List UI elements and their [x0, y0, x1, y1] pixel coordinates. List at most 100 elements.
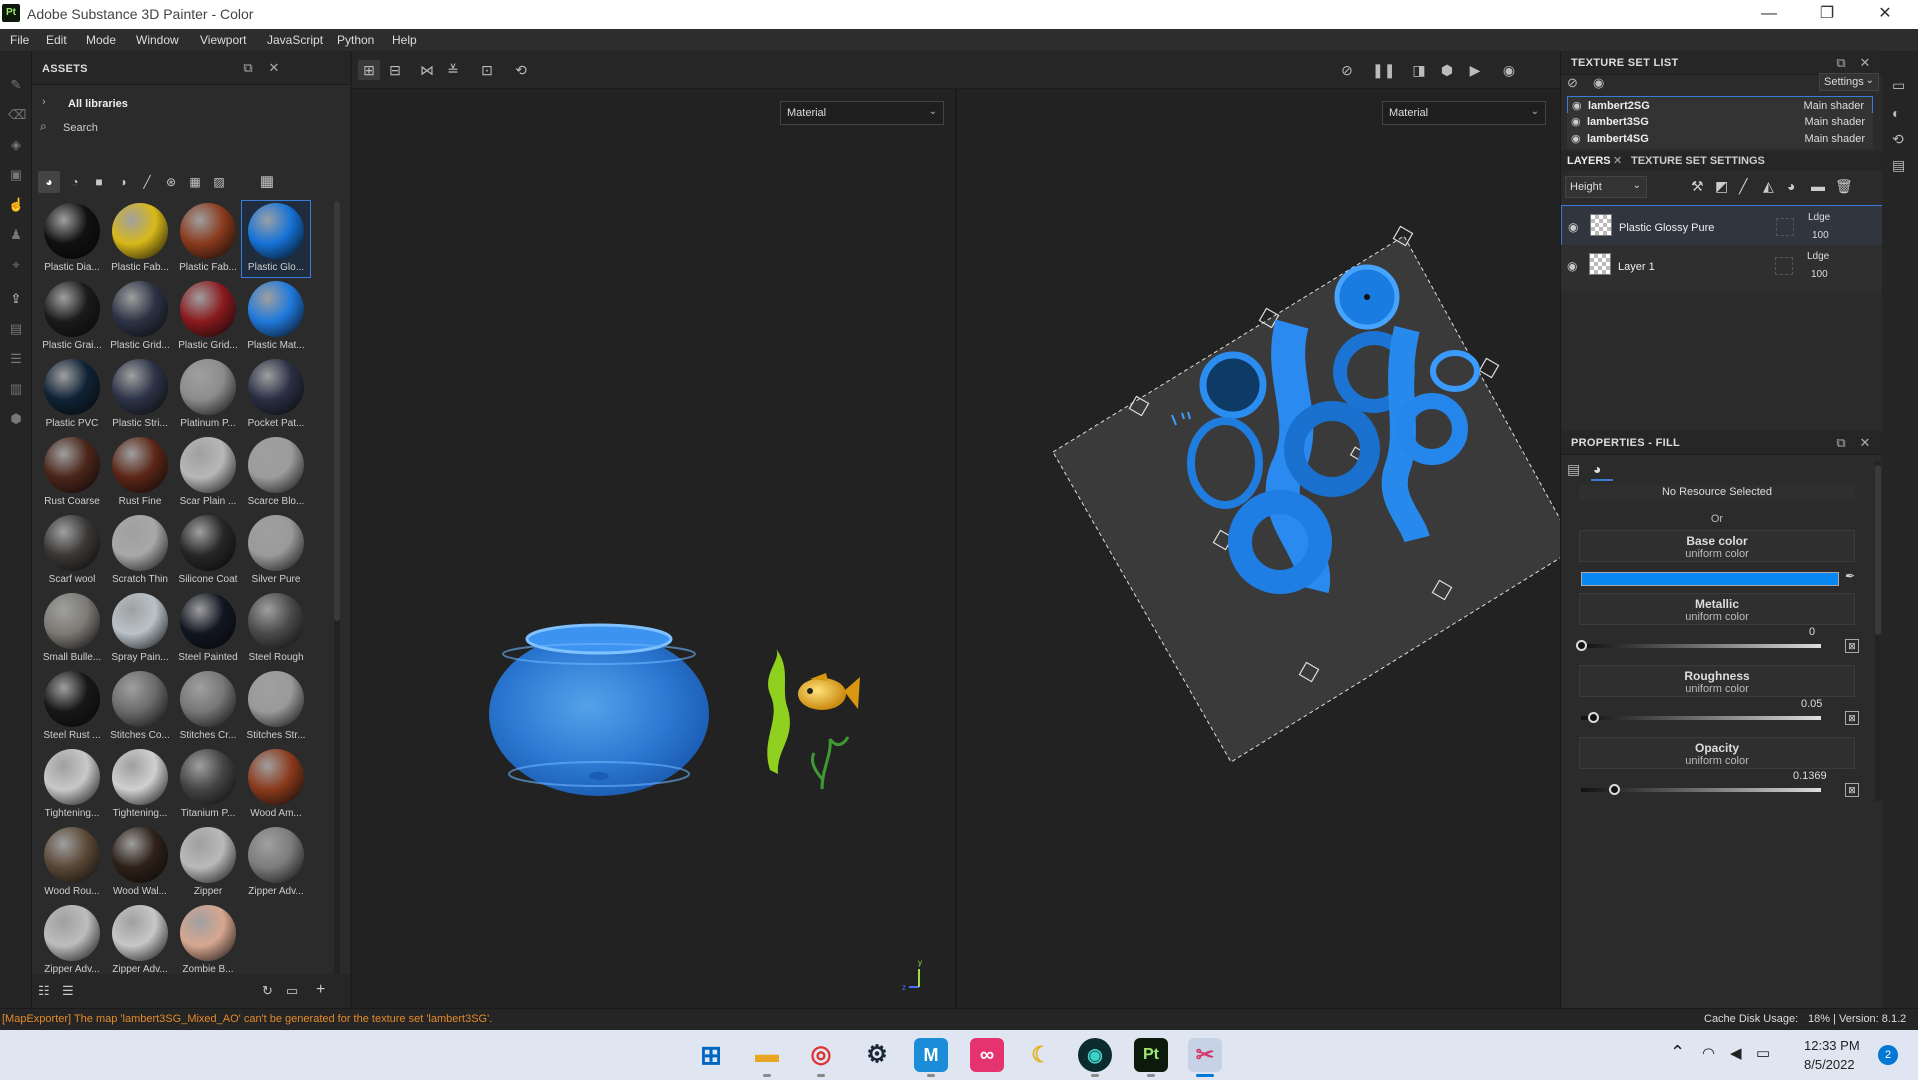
close-tab-icon[interactable]: ✕	[1613, 154, 1622, 167]
layer-name[interactable]: Layer 1	[1618, 261, 1655, 273]
asset-thumbnail[interactable]: Steel Painted	[174, 591, 242, 667]
eye-icon[interactable]: ◉	[1568, 220, 1578, 234]
viewport-3d[interactable]: y z	[352, 89, 955, 1008]
file-explorer-icon[interactable]: ▬	[750, 1038, 784, 1072]
asset-thumbnail[interactable]: Plastic PVC	[38, 357, 106, 433]
metallic-button[interactable]: Metallic uniform color	[1579, 593, 1855, 625]
asset-thumbnail[interactable]: Silicone Coat	[174, 513, 242, 589]
mask-slot[interactable]	[1776, 218, 1794, 236]
blend-mode-dropdown[interactable]: Ldge	[1807, 251, 1829, 262]
asset-thumbnail[interactable]: Zombie B...	[174, 903, 242, 979]
eyedropper-icon[interactable]: ✒	[1845, 569, 1855, 583]
asset-thumbnail[interactable]: Platinum P...	[174, 357, 242, 433]
asset-thumbnail[interactable]: Zipper Adv...	[242, 825, 310, 901]
add-icon[interactable]: +	[316, 981, 325, 999]
float-panel-icon[interactable]: ⧉	[240, 60, 256, 76]
randomize-icon[interactable]: ⊠	[1845, 711, 1859, 725]
asset-thumbnail[interactable]: Wood Am...	[242, 747, 310, 823]
goldfish-model[interactable]	[798, 673, 860, 710]
pause-icon[interactable]: ❚❚	[1372, 60, 1395, 80]
asset-thumbnail[interactable]: Spray Pain...	[106, 591, 174, 667]
assets-scrollbar[interactable]	[334, 201, 340, 991]
asset-thumbnail[interactable]: Wood Rou...	[38, 825, 106, 901]
flip-icon[interactable]: ≚	[442, 60, 464, 80]
delete-layer-icon[interactable]: 🗑	[1835, 178, 1853, 195]
asset-thumbnail[interactable]: Plastic Glo...	[241, 200, 311, 278]
masks-filter-icon[interactable]: ■	[88, 171, 110, 193]
layout-multi-icon[interactable]: ⊟	[384, 60, 406, 80]
randomize-icon[interactable]: ⊠	[1845, 639, 1859, 653]
menu-javascript[interactable]: JavaScript	[267, 33, 323, 47]
asset-thumbnail[interactable]: Steel Rough	[242, 591, 310, 667]
fishbowl-model[interactable]	[489, 623, 709, 796]
menu-python[interactable]: Python	[337, 33, 374, 47]
notification-badge[interactable]: 2	[1878, 1045, 1898, 1065]
color-picker-icon[interactable]: ⌖	[8, 257, 24, 273]
restore-icon[interactable]: ❐	[1804, 2, 1850, 28]
transform-handle[interactable]	[1478, 357, 1500, 379]
blend-mode-dropdown[interactable]: Ldge	[1808, 212, 1830, 223]
minimize-icon[interactable]: —	[1746, 2, 1792, 28]
add-effect-icon[interactable]: ⚒	[1691, 178, 1704, 195]
roughness-slider[interactable]	[1581, 712, 1821, 723]
eye-icon[interactable]: ◉	[1593, 75, 1604, 91]
asset-thumbnail[interactable]: Plastic Grid...	[106, 279, 174, 355]
asset-thumbnail[interactable]: Wood Wal...	[106, 825, 174, 901]
smart-materials-filter-icon[interactable]: ◔	[64, 171, 86, 193]
paint-brush-icon[interactable]: ✎	[8, 77, 24, 93]
eye-icon[interactable]: ◉	[1567, 259, 1577, 273]
refresh-icon[interactable]: ↻	[262, 983, 273, 999]
opacity-value[interactable]: 0.1369	[1793, 770, 1827, 782]
tree-view-icon[interactable]: ☰	[62, 983, 74, 999]
list-view-icon[interactable]: ☷	[38, 983, 50, 999]
slider-knob[interactable]	[1576, 640, 1587, 651]
history-icon[interactable]: ⟲	[1892, 131, 1904, 148]
material-mode-icon[interactable]: ▤	[1567, 461, 1580, 478]
maya-icon[interactable]: M	[914, 1038, 948, 1072]
asset-thumbnail[interactable]: Plastic Fab...	[106, 201, 174, 277]
smudge-icon[interactable]: ☝	[8, 197, 24, 213]
menu-edit[interactable]: Edit	[46, 33, 67, 47]
add-smart-material-icon[interactable]: ◕	[1787, 178, 1795, 194]
clock-date[interactable]: 8/5/2022	[1804, 1057, 1855, 1072]
hide-icon[interactable]: ⊘	[1336, 60, 1358, 80]
asset-thumbnail[interactable]: Plastic Grai...	[38, 279, 106, 355]
resource-slot[interactable]: No Resource Selected	[1579, 485, 1855, 501]
windows-start-icon[interactable]: ⊞	[694, 1038, 728, 1072]
asset-thumbnail[interactable]: Zipper	[174, 825, 242, 901]
material-icon[interactable]: ◕	[1593, 461, 1601, 477]
asset-thumbnail[interactable]: Titanium P...	[174, 747, 242, 823]
clock-time[interactable]: 12:33 PM	[1804, 1038, 1860, 1053]
menu-file[interactable]: File	[10, 33, 29, 47]
asset-thumbnail[interactable]: Silver Pure	[242, 513, 310, 589]
volume-icon[interactable]: ◀	[1730, 1044, 1742, 1062]
asset-thumbnail[interactable]: Rust Fine	[106, 435, 174, 511]
display-settings-icon[interactable]: ▥	[8, 381, 24, 397]
projection-icon[interactable]: ◈	[8, 137, 24, 153]
brushes-filter-icon[interactable]: ╱	[136, 171, 158, 193]
add-folder-icon[interactable]: ▬	[1811, 178, 1825, 194]
menu-mode[interactable]: Mode	[86, 33, 116, 47]
randomize-icon[interactable]: ⊠	[1845, 783, 1859, 797]
layer-row[interactable]: ◉ Layer 1 Ldge 100	[1561, 245, 1883, 291]
asset-thumbnail[interactable]: Tightening...	[38, 747, 106, 823]
folder-icon[interactable]: ▭	[286, 983, 298, 999]
menu-window[interactable]: Window	[136, 33, 179, 47]
snipping-tool-icon[interactable]: ✂	[1188, 1038, 1222, 1072]
smart-masks-filter-icon[interactable]: ◑	[112, 171, 134, 193]
base-color-swatch[interactable]	[1581, 572, 1839, 586]
camera-icon[interactable]: ▶	[1464, 60, 1486, 80]
texture-set-icon[interactable]: ▤	[8, 321, 24, 337]
slider-knob[interactable]	[1588, 712, 1599, 723]
environments-filter-icon[interactable]: ▨	[208, 171, 230, 193]
asset-thumbnail[interactable]: Plastic Stri...	[106, 357, 174, 433]
add-paint-layer-icon[interactable]: ╱	[1739, 178, 1747, 195]
close-panel-icon[interactable]: ✕	[1857, 435, 1873, 451]
log-icon[interactable]: ▤	[1892, 157, 1905, 174]
base-color-button[interactable]: Base color uniform color	[1579, 530, 1855, 562]
asset-thumbnail[interactable]: Zipper Adv...	[38, 903, 106, 979]
materials-filter-icon[interactable]: ◕	[38, 171, 60, 193]
slider-knob[interactable]	[1608, 784, 1620, 795]
layer-name[interactable]: Plastic Glossy Pure	[1619, 222, 1714, 234]
asset-thumbnail[interactable]: Scarce Blo...	[242, 435, 310, 511]
